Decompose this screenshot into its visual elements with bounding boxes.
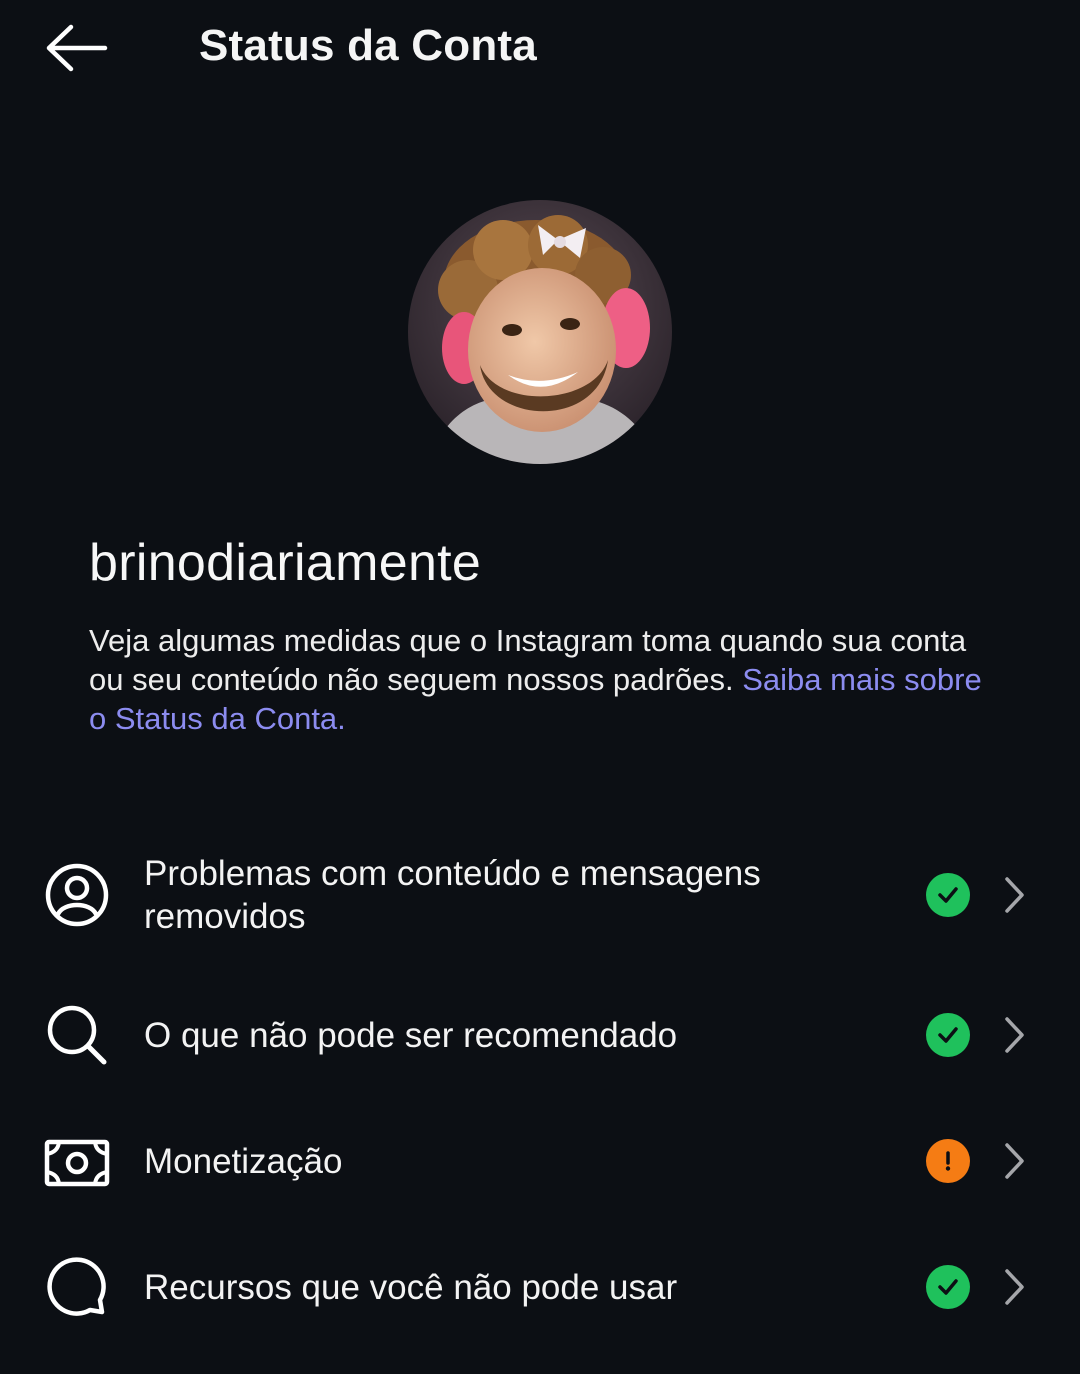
list-item-monetization[interactable]: Monetização [0,1128,1080,1198]
avatar [408,200,672,464]
status-ok-badge [926,873,970,917]
top-bar: Status da Conta [0,0,1080,96]
chevron-right-icon [998,1013,1030,1057]
list-item-label: O que não pode ser recomendado [144,1016,678,1055]
search-icon [44,1002,110,1068]
chevron-right-icon [998,1265,1030,1309]
status-warning-badge [926,1139,970,1183]
list-item-label: Recursos que você não pode usar [144,1268,678,1307]
arrow-left-icon [46,24,108,72]
list-item-removed-content[interactable]: Problemas com conteúdo e mensagens remov… [0,848,1080,958]
check-icon [938,887,958,903]
username: brinodiariamente [89,534,482,592]
check-icon [938,1027,958,1043]
money-icon [44,1130,110,1196]
user-circle-icon [44,862,110,928]
list-item-not-recommended[interactable]: O que não pode ser recomendado [0,1002,1080,1072]
back-button[interactable] [40,18,114,78]
account-status-description: Veja algumas medidas que o Instagram tom… [89,621,989,738]
status-ok-badge [926,1013,970,1057]
check-icon [938,1279,958,1295]
list-item-label: Monetização [144,1142,343,1181]
status-ok-badge [926,1265,970,1309]
chevron-right-icon [998,873,1030,917]
list-item-restricted-features[interactable]: Recursos que você não pode usar [0,1254,1080,1324]
list-item-label: Problemas com conteúdo e mensagens remov… [144,854,761,936]
page-title: Status da Conta [199,21,537,70]
chat-bubble-icon [44,1254,110,1320]
exclamation-icon [945,1151,951,1171]
chevron-right-icon [998,1139,1030,1183]
